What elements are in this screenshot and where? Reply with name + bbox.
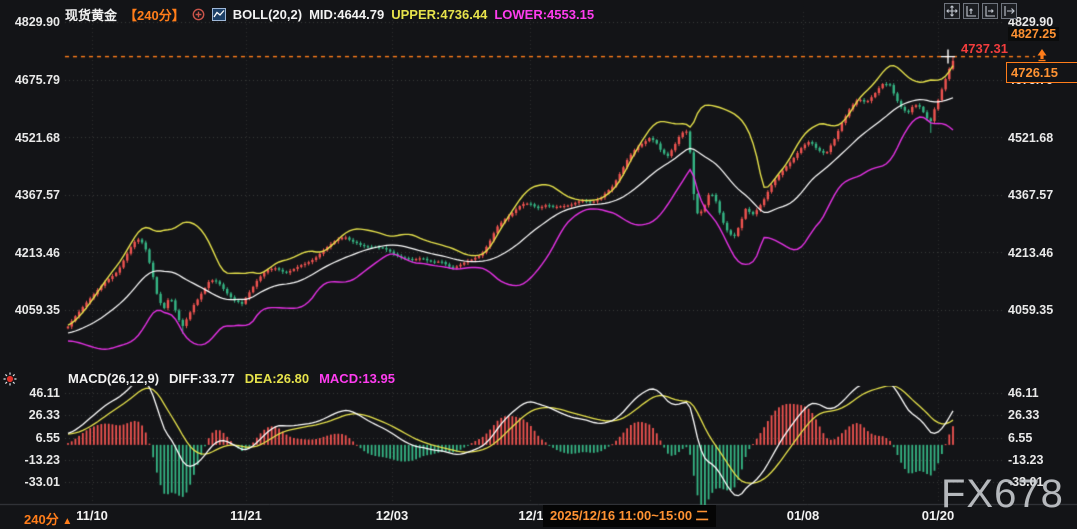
fit-x-axis-icon[interactable]	[982, 3, 998, 19]
period-label[interactable]: 【240分】	[124, 5, 185, 24]
triangle-up-icon: ▲	[62, 516, 72, 527]
fx678-watermark: FX678	[941, 472, 1064, 517]
pan-tool-icon[interactable]	[944, 3, 960, 19]
macd-axis-label: -33.01	[0, 475, 60, 489]
price-axis-label-right: 4367.57	[1008, 188, 1053, 202]
macd-dea-value: DEA:26.80	[245, 371, 309, 386]
macd-axis-label: -13.23	[0, 453, 60, 467]
price-axis-label: 4829.90	[0, 15, 60, 29]
boll-label: BOLL(20,2)	[233, 7, 302, 22]
price-axis-label-right: 4521.68	[1008, 131, 1053, 145]
macd-header: MACD(26,12,9) DIFF:33.77 DEA:26.80 MACD:…	[68, 371, 395, 386]
boll-lower-value: LOWER:4553.15	[494, 7, 594, 22]
period-selector-label: 240分	[24, 512, 59, 527]
fit-y-axis-icon[interactable]	[963, 3, 979, 19]
macd-axis-label-right: 46.11	[1008, 386, 1039, 400]
last-price-box: 4726.15	[1006, 62, 1077, 83]
macd-axis-label-right: 26.33	[1008, 408, 1039, 422]
price-axis-label-right: 4213.46	[1008, 246, 1053, 260]
mini-chart-icon[interactable]	[212, 8, 226, 21]
go-to-latest-icon[interactable]	[1001, 3, 1017, 19]
boll-mid-value: MID:4644.79	[309, 7, 384, 22]
period-selector[interactable]: 240分 ▲	[24, 509, 72, 528]
x-axis-label: 12/1	[518, 509, 543, 523]
x-axis-label: 11/10	[76, 509, 108, 523]
price-axis-label: 4213.46	[0, 246, 60, 260]
price-axis-label: 4059.35	[0, 303, 60, 317]
session-high-label: 4827.25	[1008, 27, 1059, 41]
price-axis-label: 4367.57	[0, 188, 60, 202]
macd-diff-value: DIFF:33.77	[169, 371, 235, 386]
macd-axis-label: 6.55	[0, 431, 60, 445]
price-axis-label: 4521.68	[0, 131, 60, 145]
main-header: 现货黄金 【240分】 BOLL(20,2) MID:4644.79 UPPER…	[65, 5, 594, 24]
macd-axis-label-right: 6.55	[1008, 431, 1032, 445]
indicator-settings-icon[interactable]	[2, 371, 18, 392]
symbol-name: 现货黄金	[65, 5, 117, 24]
add-alert-icon[interactable]	[192, 8, 205, 21]
macd-macd-value: MACD:13.95	[319, 371, 395, 386]
x-axis-label: 12/03	[376, 509, 409, 523]
x-axis-label: 11/21	[230, 509, 262, 523]
x-axis-label: 01/08	[787, 509, 820, 523]
macd-axis-label-right: -13.23	[1008, 453, 1043, 467]
bar-time-tooltip: 2025/12/16 11:00~15:00 二	[543, 505, 716, 527]
boll-upper-value: UPPER:4736.44	[391, 7, 487, 22]
macd-title: MACD(26,12,9)	[68, 371, 159, 386]
price-axis-label-right: 4059.35	[1008, 303, 1053, 317]
chart-window: 现货黄金 【240分】 BOLL(20,2) MID:4644.79 UPPER…	[0, 0, 1077, 529]
price-axis-label: 4675.79	[0, 73, 60, 87]
chart-toolbar	[944, 3, 1017, 19]
macd-axis-label: 26.33	[0, 408, 60, 422]
chart-canvas[interactable]	[0, 0, 1077, 529]
high-price-label: 4737.31	[961, 42, 1008, 56]
